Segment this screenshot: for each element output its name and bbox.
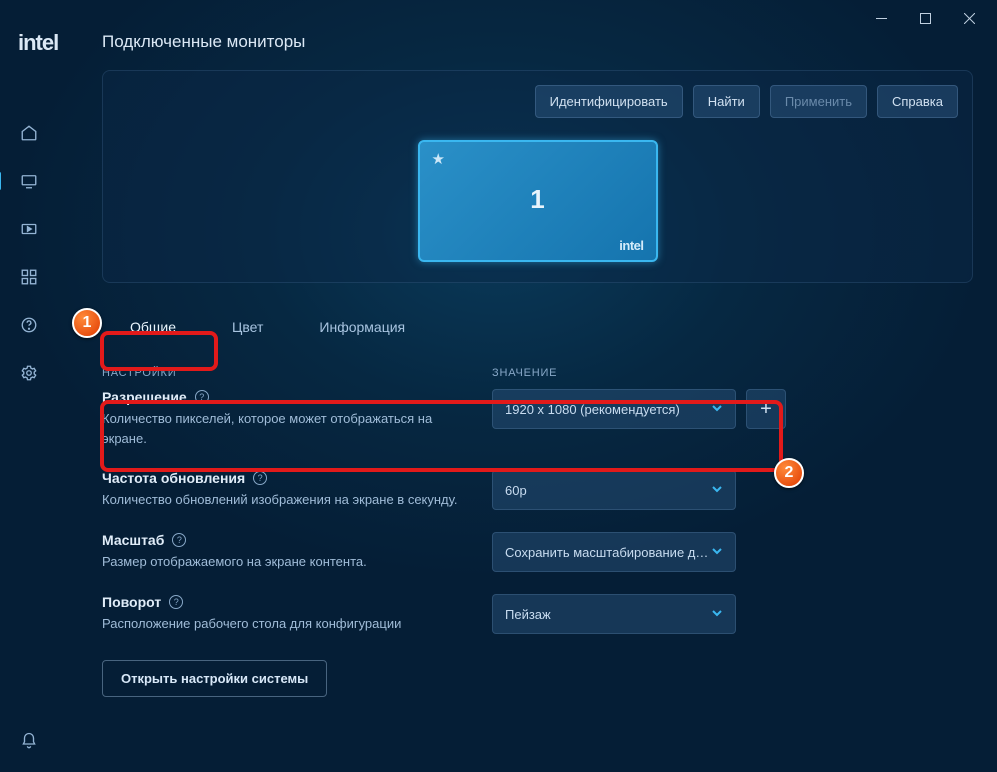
help-icon[interactable]: ? bbox=[195, 390, 209, 404]
rotation-label: Поворот bbox=[102, 594, 161, 610]
tab-color[interactable]: Цвет bbox=[204, 307, 291, 349]
sidebar: intel bbox=[0, 32, 58, 772]
intel-logo: intel bbox=[18, 32, 58, 56]
rotation-select[interactable]: Пейзаж bbox=[492, 594, 736, 634]
resolution-label: Разрешение bbox=[102, 389, 187, 405]
monitor-panel: Идентифицировать Найти Применить Справка… bbox=[102, 70, 973, 283]
close-button[interactable] bbox=[947, 4, 991, 32]
scale-desc: Размер отображаемого на экране контента. bbox=[102, 552, 472, 572]
page-title: Подключенные мониторы bbox=[102, 32, 973, 52]
main-area: Подключенные мониторы Идентифицировать Н… bbox=[58, 32, 997, 772]
scale-value: Сохранить масштабирование ди... bbox=[505, 545, 711, 560]
refresh-select[interactable]: 60p bbox=[492, 470, 736, 510]
scale-label: Масштаб bbox=[102, 532, 164, 548]
monitor-thumbnail[interactable]: ★ 1 intel bbox=[418, 140, 658, 262]
titlebar bbox=[0, 0, 997, 32]
chevron-down-icon bbox=[711, 402, 723, 417]
video-icon[interactable] bbox=[18, 218, 40, 240]
app-window: intel Подключенные мон bbox=[0, 0, 997, 772]
refresh-value: 60p bbox=[505, 483, 527, 498]
identify-button[interactable]: Идентифицировать bbox=[535, 85, 683, 118]
setting-refresh: Частота обновления ? Количество обновлен… bbox=[102, 470, 973, 510]
header-settings: НАСТРОЙКИ bbox=[102, 367, 492, 379]
rotation-desc: Расположение рабочего стола для конфигур… bbox=[102, 614, 472, 634]
resolution-value: 1920 x 1080 (рекомендуется) bbox=[505, 402, 680, 417]
help-icon[interactable]: ? bbox=[169, 595, 183, 609]
bell-icon[interactable] bbox=[18, 730, 40, 752]
resolution-select[interactable]: 1920 x 1080 (рекомендуется) bbox=[492, 389, 736, 429]
tab-info[interactable]: Информация bbox=[291, 307, 433, 349]
setting-resolution: Разрешение ? Количество пикселей, которо… bbox=[102, 389, 973, 448]
resolution-desc: Количество пикселей, которое может отобр… bbox=[102, 409, 472, 448]
help-icon[interactable]: ? bbox=[172, 533, 186, 547]
refresh-desc: Количество обновлений изображения на экр… bbox=[102, 490, 472, 510]
chevron-down-icon bbox=[711, 545, 723, 560]
column-headers: НАСТРОЙКИ ЗНАЧЕНИЕ bbox=[102, 367, 973, 379]
minimize-button[interactable] bbox=[859, 4, 903, 32]
help-button[interactable]: Справка bbox=[877, 85, 958, 118]
settings-list: Разрешение ? Количество пикселей, которо… bbox=[102, 389, 973, 634]
tab-general[interactable]: Общие bbox=[102, 307, 204, 349]
annotation-marker-1: 1 bbox=[72, 308, 102, 338]
apply-button: Применить bbox=[770, 85, 867, 118]
refresh-label: Частота обновления bbox=[102, 470, 245, 486]
help-icon[interactable]: ? bbox=[253, 471, 267, 485]
chevron-down-icon bbox=[711, 483, 723, 498]
annotation-marker-2: 2 bbox=[774, 458, 804, 488]
open-system-settings-button[interactable]: Открыть настройки системы bbox=[102, 660, 327, 697]
monitor-brand: intel bbox=[619, 238, 643, 253]
tab-strip: Общие Цвет Информация bbox=[102, 307, 973, 349]
setting-rotation: Поворот ? Расположение рабочего стола дл… bbox=[102, 594, 973, 634]
setting-scale: Масштаб ? Размер отображаемого на экране… bbox=[102, 532, 973, 572]
add-resolution-button[interactable]: + bbox=[746, 389, 786, 429]
chevron-down-icon bbox=[711, 607, 723, 622]
grid-icon[interactable] bbox=[18, 266, 40, 288]
header-value: ЗНАЧЕНИЕ bbox=[492, 367, 557, 379]
rotation-value: Пейзаж bbox=[505, 607, 551, 622]
maximize-button[interactable] bbox=[903, 4, 947, 32]
find-button[interactable]: Найти bbox=[693, 85, 760, 118]
scale-select[interactable]: Сохранить масштабирование ди... bbox=[492, 532, 736, 572]
settings-icon[interactable] bbox=[18, 362, 40, 384]
help-icon[interactable] bbox=[18, 314, 40, 336]
display-icon[interactable] bbox=[18, 170, 40, 192]
star-icon: ★ bbox=[432, 150, 445, 168]
monitor-number: 1 bbox=[530, 184, 544, 215]
home-icon[interactable] bbox=[18, 122, 40, 144]
